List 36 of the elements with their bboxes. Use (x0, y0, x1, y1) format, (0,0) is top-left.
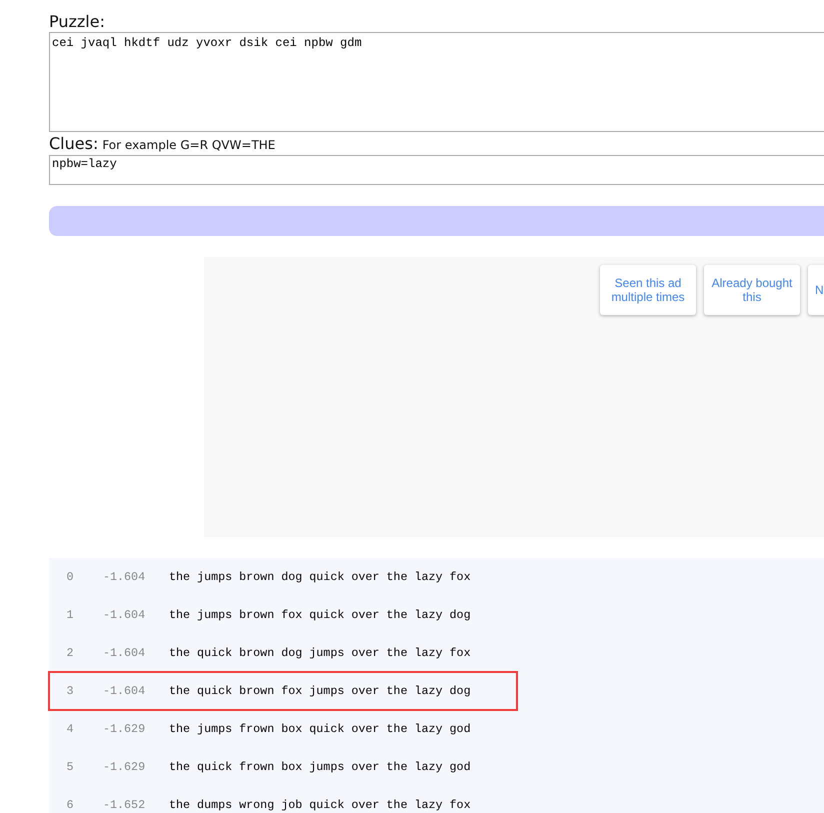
row-index: 5 (65, 760, 74, 774)
row-text: the dumps wrong job quick over the lazy fox (169, 798, 471, 812)
row-index: 6 (65, 798, 74, 812)
ad-feedback-button[interactable]: N (808, 265, 824, 315)
result-row[interactable]: 3 -1.604 the quick brown fox jumps over the lazy dog (49, 672, 517, 710)
row-index: 4 (65, 722, 74, 736)
row-index: 2 (65, 646, 74, 660)
row-text: the quick frown box jumps over the lazy god (169, 760, 471, 774)
result-row[interactable]: 0 -1.604 the jumps brown dog quick over the lazy fox (49, 558, 517, 596)
clues-label: Clues: (49, 134, 98, 154)
result-row[interactable]: 4 -1.629 the jumps frown box quick over the lazy god (49, 710, 517, 748)
result-row[interactable]: 6 -1.652 the dumps wrong job quick over the lazy fox (49, 786, 517, 813)
row-score: -1.604 (103, 646, 146, 660)
row-score: -1.604 (103, 570, 146, 584)
result-row[interactable]: 1 -1.604 the jumps brown fox quick over the lazy dog (49, 596, 517, 634)
row-text: the jumps frown box quick over the lazy god (169, 722, 471, 736)
row-score: -1.604 (103, 608, 146, 622)
result-row[interactable]: 5 -1.629 the quick frown box jumps over the lazy god (49, 748, 517, 786)
ad-feedback-button[interactable]: Seen this ad multiple times (600, 265, 696, 315)
row-score: -1.629 (103, 760, 146, 774)
ad-feedback-button[interactable]: Already bought this (704, 265, 800, 315)
puzzle-label: Puzzle: (49, 12, 106, 32)
result-row[interactable]: 2 -1.604 the quick brown dog jumps over the lazy fox (49, 634, 517, 672)
row-text: the quick brown fox jumps over the lazy dog (169, 684, 471, 698)
clues-hint: For example G=R QVW=THE (102, 138, 276, 152)
row-score: -1.629 (103, 722, 146, 736)
row-score: -1.604 (103, 684, 146, 698)
puzzle-field[interactable]: cei jvaql hkdtf udz yvoxr dsik cei npbw gdm (49, 32, 824, 132)
row-text: the quick brown dog jumps over the lazy fox (169, 646, 471, 660)
row-index: 1 (65, 608, 74, 622)
row-index: 0 (65, 570, 74, 584)
row-score: -1.652 (103, 798, 146, 812)
row-text: the jumps brown dog quick over the lazy fox (169, 570, 471, 584)
clues-field[interactable]: npbw=lazy (49, 155, 824, 185)
row-text: the jumps brown fox quick over the lazy dog (169, 608, 471, 622)
row-index: 3 (65, 684, 74, 698)
